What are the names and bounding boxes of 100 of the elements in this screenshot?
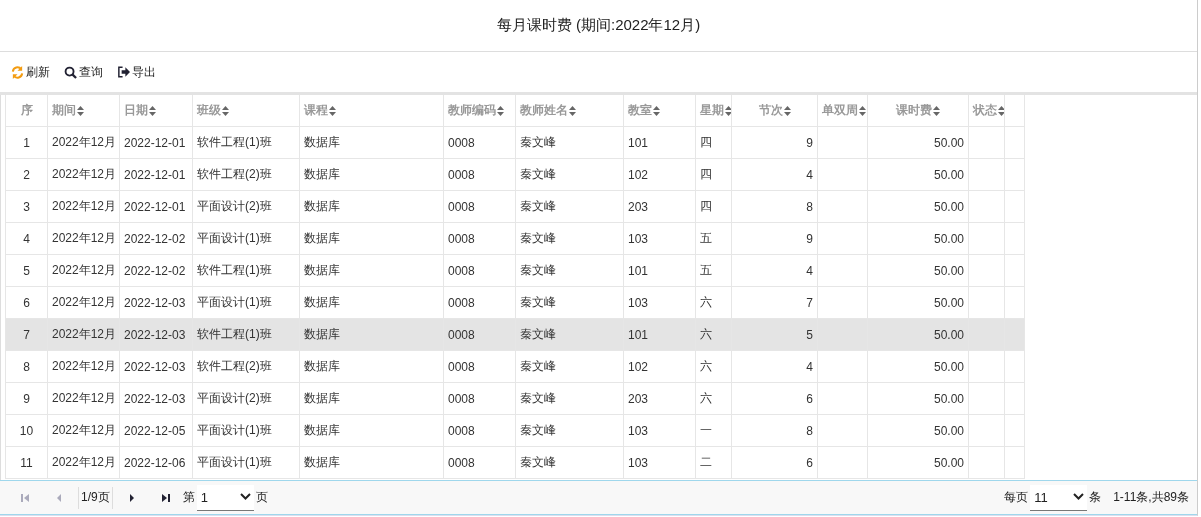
page-size-suffix: 条 [1089,489,1102,506]
table-cell: 2022-12-05 [124,423,186,438]
table-cell: 50.00 [933,391,964,406]
table-cell: 2022-12-03 [124,327,186,342]
table-cell: 二 [700,455,712,469]
table-cell: 2022年12月 [52,391,117,405]
table-cell: 0008 [448,359,475,374]
table-cell: 2022年12月 [52,359,117,373]
table-row[interactable]: 5 2022年12月 2022-12-02 软件工程(1)班 数据库 0008 秦文峰 101 五 4 50.00 [5,254,1025,287]
table-cell: 数据库 [304,167,340,181]
table-cell: 6 [23,295,30,310]
table-cell: 秦文峰 [520,295,556,309]
table-cell: 6 [806,391,813,406]
table-cell: 101 [628,327,649,342]
table-cell: 1 [23,135,30,150]
table-cell: 102 [628,359,649,374]
table-cell: 平面设计(2)班 [197,391,272,405]
table-cell: 2022-12-02 [124,231,186,246]
table-cell: 秦文峰 [520,359,556,373]
table-cell: 2022年12月 [52,263,117,277]
page-size-select[interactable]: 11 [1030,484,1088,511]
table-cell: 数据库 [304,455,340,469]
table-cell: 50.00 [933,263,964,278]
table-cell: 四 [700,199,712,213]
table-cell: 一 [700,423,712,437]
table-cell: 4 [806,263,813,278]
table-cell: 2 [23,167,30,182]
table-cell: 0008 [448,423,475,438]
page-info: 1/9页 [81,489,110,506]
table-cell: 4 [806,359,813,374]
table-cell: 平面设计(1)班 [197,295,272,309]
table-cell: 0008 [448,231,475,246]
table-cell: 2022-12-01 [124,135,186,150]
table-cell: 8 [806,199,813,214]
table-cell: 2022年12月 [52,199,117,213]
table-cell: 2022年12月 [52,231,117,245]
table-cell: 6 [806,455,813,470]
table-cell: 0008 [448,455,475,470]
table-cell: 50.00 [933,167,964,182]
table-cell: 软件工程(1)班 [197,135,272,149]
table-cell: 数据库 [304,231,340,245]
table-row[interactable]: 10 2022年12月 2022-12-05 平面设计(1)班 数据库 0008 秦文峰 103 一 8 50.00 [5,414,1025,447]
previous-page-icon [56,493,62,502]
table-cell: 0008 [448,199,475,214]
table-cell: 102 [628,167,649,182]
table-cell: 4 [23,231,30,246]
table-cell: 秦文峰 [520,455,556,469]
table-cell: 2022-12-01 [124,199,186,214]
table-cell: 50.00 [933,135,964,150]
table-cell: 2022-12-06 [124,455,186,470]
table-cell: 10 [19,423,34,438]
table-cell: 50.00 [933,359,964,374]
table-cell: 8 [806,423,813,438]
refresh-button[interactable]: 刷新 [11,63,50,81]
page-select[interactable]: 1 [196,484,254,511]
table-cell: 软件工程(1)班 [197,263,272,277]
table-cell: 秦文峰 [520,327,556,341]
table-cell: 数据库 [304,263,340,277]
table-cell: 103 [628,455,649,470]
refresh-icon [11,65,24,79]
table-cell: 0008 [448,391,475,406]
table-row[interactable]: 1 2022年12月 2022-12-01 软件工程(1)班 数据库 0008 秦文峰 101 四 9 50.00 [5,126,1025,159]
chevron-down-icon [239,493,251,501]
table-cell: 平面设计(1)班 [197,231,272,245]
table-row[interactable]: 11 2022年12月 2022-12-06 平面设计(1)班 数据库 0008 秦文峰 103 二 6 50.00 [5,446,1025,479]
table-cell: 2022年12月 [52,423,117,437]
table-cell: 秦文峰 [520,263,556,277]
table-row[interactable]: 9 2022年12月 2022-12-03 平面设计(2)班 数据库 0008 秦文峰 203 六 6 50.00 [5,382,1025,415]
table-cell: 9 [806,135,813,150]
table-cell: 五 [700,263,712,277]
table-cell: 秦文峰 [520,167,556,181]
table-row[interactable]: 8 2022年12月 2022-12-03 软件工程(2)班 数据库 0008 秦文峰 102 六 4 50.00 [5,350,1025,383]
table-cell: 9 [23,391,30,406]
table-cell: 101 [628,263,649,278]
table-cell: 2022-12-03 [124,295,186,310]
table-cell: 六 [700,391,712,405]
table-row[interactable]: 3 2022年12月 2022-12-01 平面设计(2)班 数据库 0008 秦文峰 203 四 8 50.00 [5,190,1025,223]
table-cell: 四 [700,135,712,149]
table-cell: 2022年12月 [52,327,117,341]
next-page-icon [128,493,135,502]
table-cell: 5 [806,327,813,342]
table-row[interactable]: 2 2022年12月 2022-12-01 软件工程(2)班 数据库 0008 秦文峰 102 四 4 50.00 [5,158,1025,191]
table-row[interactable]: 7 2022年12月 2022-12-03 软件工程(1)班 数据库 0008 秦文峰 101 六 5 50.00 [5,318,1025,351]
table-cell: 六 [700,327,712,341]
table-cell: 秦文峰 [520,135,556,149]
table-row[interactable]: 4 2022年12月 2022-12-02 平面设计(1)班 数据库 0008 秦文峰 103 五 9 50.00 [5,222,1025,255]
table-cell: 2022-12-03 [124,391,186,406]
table-cell: 11 [20,455,33,470]
table-cell: 2022年12月 [52,167,117,181]
table-cell: 8 [23,359,30,374]
export-button[interactable]: 导出 [117,63,156,81]
table-cell: 六 [700,295,712,309]
table-cell: 平面设计(1)班 [197,455,272,469]
search-button[interactable]: 查询 [64,63,103,81]
search-icon [64,65,77,79]
table-row[interactable]: 6 2022年12月 2022-12-03 平面设计(1)班 数据库 0008 秦文峰 103 六 7 50.00 [5,286,1025,319]
table-cell: 7 [23,327,30,342]
table-cell: 秦文峰 [520,199,556,213]
table-cell: 9 [806,231,813,246]
table-cell: 数据库 [304,391,340,405]
